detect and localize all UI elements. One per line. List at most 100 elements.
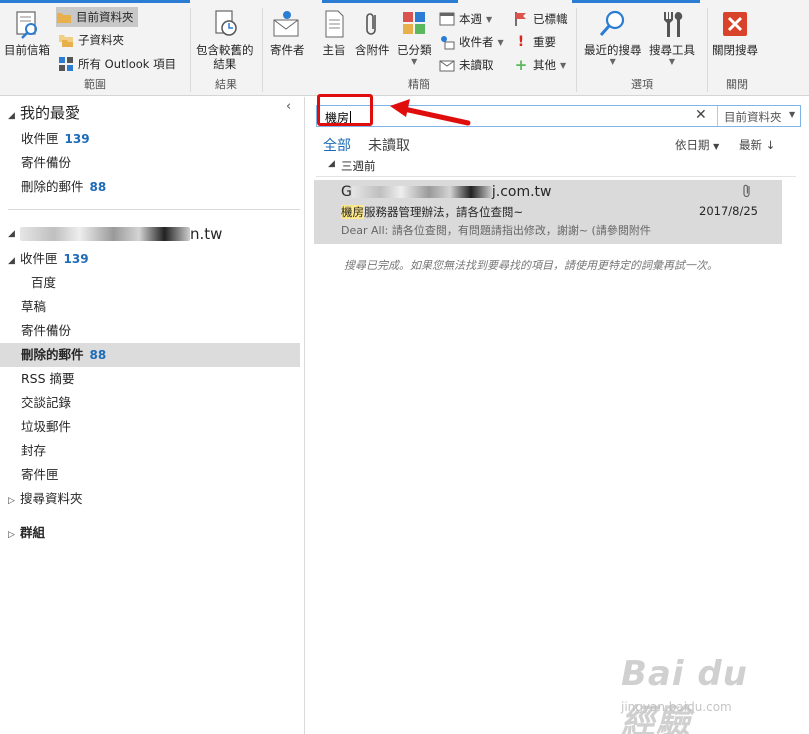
sender-text-start: G: [341, 184, 352, 200]
folder-junk-email[interactable]: 垃圾郵件: [0, 415, 300, 439]
important-button[interactable]: ! 重要: [513, 32, 556, 52]
current-mailbox-button[interactable]: 目前信箱: [4, 8, 50, 57]
favorites-header-label: 我的最愛: [20, 104, 81, 122]
flagged-button[interactable]: 已標幟: [513, 9, 568, 29]
sort-by-dropdown[interactable]: 依日期 ▼: [675, 137, 719, 153]
folder-outbox[interactable]: 寄件匣: [0, 463, 300, 487]
mail-list-item[interactable]: G j.com.tw 機房服務器管理辦法，請各位查閱~ 2017/8/25 De…: [314, 180, 782, 244]
sort-order-label: 最新: [739, 138, 762, 152]
has-attachments-label: 含附件: [355, 43, 390, 57]
filter-all-tab[interactable]: 全部: [323, 135, 351, 155]
search-tools-button[interactable]: 搜尋工具 ▼: [649, 8, 695, 67]
mail-sender: G j.com.tw: [341, 184, 552, 200]
unread-count: 88: [89, 348, 107, 362]
sort-order-toggle[interactable]: 最新 ↓: [739, 137, 775, 153]
include-older-label: 包含較舊的: [196, 43, 254, 57]
unread-button[interactable]: 未讀取: [439, 55, 494, 75]
all-items-icon: [59, 57, 73, 71]
this-week-label: 本週: [459, 12, 482, 26]
current-folder-button[interactable]: 目前資料夾: [56, 7, 138, 27]
folder-deleted-items[interactable]: 刪除的郵件 88: [0, 343, 300, 367]
folder-conversation-history[interactable]: 交談記錄: [0, 391, 300, 415]
folder-archive[interactable]: 封存: [0, 439, 300, 463]
recent-searches-button[interactable]: 最近的搜尋 ▼: [584, 8, 642, 67]
calendar-icon: [439, 12, 455, 26]
ribbon: 目前信箱 目前資料夾 子資料夾 所有 Outlook 項目 範圍 包含較舊的 結…: [0, 0, 809, 96]
folder-baidu[interactable]: 百度: [0, 271, 300, 295]
date-group-header[interactable]: ◢ 三週前: [316, 155, 796, 177]
folder-label: 垃圾郵件: [21, 419, 72, 434]
important-label: 重要: [533, 35, 556, 49]
date-group-label: 三週前: [341, 159, 376, 173]
annotation-highlight-box: [317, 94, 373, 126]
folder-sent-items[interactable]: 寄件備份: [0, 319, 300, 343]
options-group-label: 選項: [631, 78, 653, 91]
expand-triangle-icon: ◢: [8, 256, 15, 266]
favorite-deleted-items[interactable]: 刪除的郵件 88: [0, 175, 300, 199]
ribbon-accent-line: [572, 0, 700, 3]
search-scope-dropdown[interactable]: 目前資料夾: [724, 109, 782, 125]
chevron-down-icon: ▼: [486, 14, 493, 24]
all-outlook-items-button[interactable]: 所有 Outlook 項目: [58, 54, 176, 74]
more-button[interactable]: + 其他 ▼: [513, 55, 566, 75]
collapsed-triangle-icon: ▷: [8, 496, 15, 506]
ribbon-group-scope: 目前信箱 目前資料夾 子資料夾 所有 Outlook 項目 範圍: [0, 4, 190, 94]
from-label: 寄件者: [270, 43, 305, 57]
include-older-results-button[interactable]: 包含較舊的 結果: [196, 8, 254, 71]
unread-count: 88: [89, 180, 107, 194]
clock-search-icon: [215, 10, 237, 36]
unread-label: 未讀取: [459, 58, 494, 72]
account-header[interactable]: ◢ n.tw: [8, 225, 222, 243]
more-label: 其他: [533, 58, 556, 72]
close-group-label: 關閉: [726, 78, 748, 91]
collapse-pane-icon[interactable]: ‹: [286, 99, 291, 114]
subject-text: 服務器管理辦法，請各位查閱~: [364, 205, 524, 219]
subfolders-button[interactable]: 子資料夾: [58, 30, 124, 50]
close-icon: [723, 12, 747, 36]
expand-triangle-icon: ◢: [328, 159, 335, 169]
unread-count: 139: [64, 132, 90, 146]
ribbon-group-options: 最近的搜尋 ▼ 搜尋工具 ▼ 選項: [577, 4, 707, 94]
flagged-label: 已標幟: [533, 12, 568, 26]
close-search-button[interactable]: 關閉搜尋: [712, 8, 758, 57]
chevron-down-icon[interactable]: ▼: [789, 110, 795, 119]
categorized-button[interactable]: 已分類 ▼: [397, 8, 432, 67]
folder-search-folders[interactable]: ▷ 搜尋資料夾: [0, 487, 300, 511]
chevron-down-icon: ▼: [411, 57, 418, 66]
person-mail-icon: [273, 11, 299, 37]
chevron-down-icon: ▼: [497, 37, 504, 47]
folder-inbox[interactable]: ◢ 收件匣 139: [0, 247, 300, 271]
from-button[interactable]: 寄件者: [270, 8, 305, 57]
filter-unread-tab[interactable]: 未讀取: [368, 135, 410, 155]
chevron-down-icon: ▼: [713, 142, 720, 151]
sender-text-end: j.com.tw: [491, 184, 552, 200]
subfolders-label: 子資料夾: [78, 33, 124, 47]
sent-to-button[interactable]: 收件者 ▼: [439, 32, 504, 52]
recent-searches-label: 最近的搜尋: [584, 43, 642, 57]
folder-rss-feeds[interactable]: RSS 摘要: [0, 367, 300, 391]
folder-drafts[interactable]: 草稿: [0, 295, 300, 319]
flag-icon: [515, 12, 526, 26]
subject-button[interactable]: 主旨: [318, 8, 350, 57]
mail-subject: 機房服務器管理辦法，請各位查閱~: [341, 204, 523, 220]
close-search-label: 關閉搜尋: [712, 43, 758, 57]
categorized-label: 已分類: [397, 43, 432, 57]
exclamation-icon: !: [517, 34, 525, 50]
ribbon-group-close: 關閉搜尋 關閉: [708, 4, 766, 94]
tools-icon: [664, 12, 683, 37]
folder-icon: [57, 13, 71, 23]
mailbox-search-icon: [16, 11, 37, 39]
plus-icon: +: [514, 56, 528, 74]
favorite-inbox[interactable]: 收件匣 139: [0, 127, 300, 151]
mail-preview: Dear All: 請各位查閱，有問題請指出修改，謝謝~ (請參閱附件: [341, 224, 651, 237]
has-attachments-button[interactable]: 含附件: [355, 8, 390, 57]
this-week-button[interactable]: 本週 ▼: [439, 9, 492, 29]
folder-label: RSS 摘要: [21, 371, 75, 386]
favorite-sent-items[interactable]: 寄件備份: [0, 151, 300, 175]
favorites-header[interactable]: ◢ 我的最愛: [8, 102, 80, 123]
groups-section[interactable]: ▷ 群組: [0, 521, 300, 545]
envelope-icon: [439, 60, 455, 72]
clear-search-icon[interactable]: ✕: [695, 107, 707, 123]
folder-label: 收件匣: [20, 251, 58, 266]
search-complete-message: 搜尋已完成。如果您無法找到要尋找的項目，請使用更特定的詞彙再試一次。: [344, 259, 718, 272]
